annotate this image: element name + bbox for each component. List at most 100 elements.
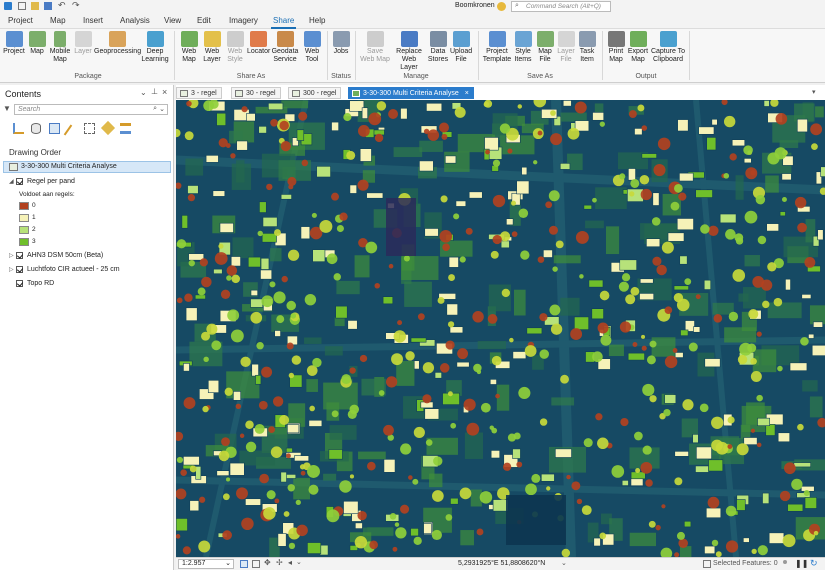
layer-ahn3-dsm[interactable]: AHN3 DSM 50cm (Beta) [27, 252, 103, 259]
open-icon[interactable] [31, 2, 39, 10]
tab-map[interactable]: Map [50, 16, 66, 25]
pin-icon[interactable]: ⊥ [151, 87, 158, 96]
chevron-down-icon[interactable]: ⌄ [140, 88, 147, 97]
chevron-down-icon[interactable]: ▾ [812, 88, 816, 96]
ribbon-divider [174, 31, 175, 80]
legend-swatch-3 [19, 238, 29, 246]
layer-regel-per-pand[interactable]: Regel per pand [27, 178, 75, 185]
scale-selector[interactable]: 1:2.957 ⌄ [178, 559, 234, 569]
jobs-button[interactable]: Jobs [331, 31, 351, 56]
map-tab-multi-criteria[interactable]: 3-30-300 Multi Criteria Analyse × [348, 87, 474, 99]
layer-topo-rd[interactable]: Topo RD [27, 280, 54, 287]
legend-label-3: 3 [32, 238, 36, 245]
command-search[interactable]: ⌕ Command Search (Alt+Q) [511, 1, 611, 12]
project-name: Boomkronen [455, 2, 495, 9]
chevron-down-icon[interactable]: ⌄ [296, 558, 302, 566]
style-items-button[interactable]: Style Items [513, 31, 533, 64]
pause-icon[interactable]: ❚❚ [795, 559, 808, 568]
printer-icon [607, 31, 625, 47]
map-icon [180, 90, 188, 97]
web-map-button[interactable]: Web Map [178, 31, 200, 64]
list-by-selection-icon[interactable] [49, 123, 60, 134]
close-icon[interactable]: × [465, 90, 469, 97]
map-tab-3-regel[interactable]: 3 - regel [176, 87, 222, 99]
tab-insert[interactable]: Insert [83, 16, 103, 25]
new-icon[interactable] [18, 2, 26, 10]
refresh-icon[interactable]: ↻ [810, 558, 818, 569]
legend-label-2: 2 [32, 226, 36, 233]
layer-visibility-checkbox[interactable] [16, 266, 23, 273]
close-icon[interactable]: × [162, 87, 167, 97]
map-file-button[interactable]: Map File [535, 31, 555, 64]
list-by-drawing-order-icon[interactable] [13, 123, 24, 134]
table-icon[interactable] [252, 560, 260, 568]
undo-icon[interactable]: ↶ [58, 0, 66, 11]
redo-icon[interactable]: ↷ [72, 0, 80, 11]
map-tab-300-regel[interactable]: 300 - regel [288, 87, 342, 99]
task-item-button[interactable]: Task Item [577, 31, 597, 64]
data-stores-button[interactable]: Data Stores [427, 31, 449, 64]
tab-edit[interactable]: Edit [197, 16, 211, 25]
tab-imagery[interactable]: Imagery [229, 16, 258, 25]
expand-arrow-icon[interactable]: ◢ [9, 178, 14, 185]
layer-luchtfoto-cir[interactable]: Luchtfoto CIR actueel - 25 cm [27, 266, 120, 273]
tab-analysis[interactable]: Analysis [120, 16, 150, 25]
capture-to-clipboard-button[interactable]: Capture To Clipboard [650, 31, 686, 64]
project-template-button[interactable]: Project Template [482, 31, 512, 64]
command-search-placeholder: Command Search (Alt+Q) [526, 3, 601, 10]
filter-icon[interactable] [783, 560, 787, 564]
table-icon[interactable] [703, 560, 711, 568]
filter-icon[interactable]: ▼ [3, 104, 11, 113]
contents-search-input[interactable]: Search ⌕ ⌄ [14, 104, 168, 115]
move-icon[interactable]: ✥ [264, 558, 271, 567]
chevron-down-icon[interactable]: ⌄ [561, 559, 567, 567]
list-by-editing-icon[interactable] [63, 124, 73, 136]
package-group-label: Package [74, 73, 102, 80]
mobile-map-button[interactable]: Mobile Map [49, 31, 71, 64]
expand-arrow-icon[interactable]: ▷ [9, 266, 14, 273]
upload-file-button[interactable]: Upload File [450, 31, 472, 64]
package-map-button[interactable]: Map [27, 31, 47, 56]
aerial-map-render [176, 100, 825, 557]
tab-share[interactable]: Share [270, 16, 297, 29]
map-file-icon [536, 31, 554, 47]
tab-view[interactable]: View [164, 16, 181, 25]
volume-icon[interactable]: ◂ [288, 558, 292, 567]
locator-icon [249, 31, 267, 47]
tab-project[interactable]: Project [8, 16, 33, 25]
list-by-perspective-icon[interactable] [120, 123, 131, 134]
ribbon-divider [689, 31, 690, 80]
chevron-down-icon[interactable]: ⌄ [159, 105, 165, 113]
layer-visibility-checkbox[interactable] [16, 178, 23, 185]
list-by-source-icon[interactable] [31, 123, 41, 134]
save-web-map-button[interactable]: Save Web Map [359, 31, 391, 64]
grid-icon[interactable] [240, 560, 248, 568]
web-tool-button[interactable]: Web Tool [301, 31, 323, 64]
tab-help[interactable]: Help [309, 16, 325, 25]
package-project-button[interactable]: Project [3, 31, 25, 56]
layer-visibility-checkbox[interactable] [16, 280, 23, 287]
expand-arrow-icon[interactable]: ▷ [9, 252, 14, 259]
layer-file-button[interactable]: Layer File [556, 31, 576, 64]
list-by-snapping-icon[interactable] [84, 123, 95, 134]
replace-web-layer-button[interactable]: Replace Web Layer [393, 31, 425, 72]
export-map-button[interactable]: Export Map [627, 31, 649, 64]
map-item[interactable]: 3-30-300 Multi Criteria Analyse [3, 161, 171, 173]
print-map-button[interactable]: Print Map [606, 31, 626, 64]
web-layer-button[interactable]: Web Layer [201, 31, 223, 64]
map-tab-30-regel[interactable]: 30 - regel [231, 87, 281, 99]
geodata-service-button[interactable]: Geodata Service [270, 31, 300, 64]
map-canvas[interactable] [176, 100, 825, 557]
geoprocessing-button[interactable]: Geoprocessing [94, 31, 141, 56]
list-by-labeling-icon[interactable] [100, 120, 116, 136]
task-item-icon [578, 31, 596, 47]
deep-learning-button[interactable]: Deep Learning [141, 31, 169, 64]
package-layer-button[interactable]: Layer [73, 31, 93, 56]
web-style-button[interactable]: Web Style [224, 31, 246, 64]
locator-button[interactable]: Locator [247, 31, 270, 56]
layer-visibility-checkbox[interactable] [16, 252, 23, 259]
user-icon[interactable] [497, 2, 506, 11]
save-icon[interactable] [44, 2, 52, 10]
pan-icon[interactable]: ✢ [276, 558, 283, 567]
deep-learning-icon [146, 31, 164, 47]
